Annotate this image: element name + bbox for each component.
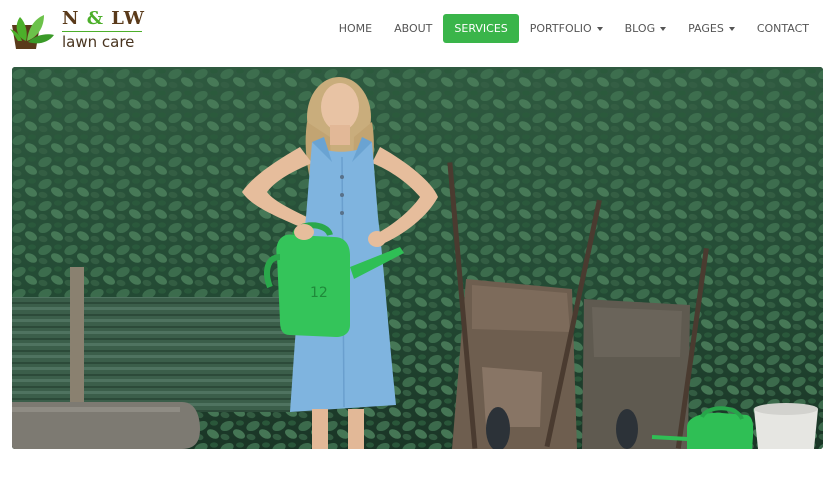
chevron-down-icon (660, 26, 667, 31)
watering-can-number: 12 (310, 285, 328, 301)
nav-contact[interactable]: CONTACT (746, 14, 820, 43)
nav-home[interactable]: HOME (328, 14, 383, 43)
hero-image: 12 (12, 67, 823, 449)
main-menu: HOME ABOUT SERVICES PORTFOLIO BLOG PAGES… (328, 14, 820, 43)
chevron-down-icon (596, 26, 603, 31)
hero-photo-illustration: 12 (12, 67, 823, 449)
nav-portfolio[interactable]: PORTFOLIO (519, 14, 614, 43)
page: N & LW lawn care HOME ABOUT SERVICES POR… (0, 0, 836, 484)
brand-divider (62, 31, 142, 32)
leaf-pot-logo-icon (10, 15, 54, 49)
site-logo[interactable]: N & LW lawn care (10, 8, 150, 54)
nav-about[interactable]: ABOUT (383, 14, 443, 43)
nav-pages[interactable]: PAGES (677, 14, 746, 43)
nav-blog[interactable]: BLOG (614, 14, 677, 43)
brand-tagline: lawn care (62, 33, 135, 51)
nav-services[interactable]: SERVICES (443, 14, 519, 43)
brand-name: N & LW (62, 8, 145, 29)
top-navigation-bar: N & LW lawn care HOME ABOUT SERVICES POR… (0, 0, 836, 60)
chevron-down-icon (728, 26, 735, 31)
